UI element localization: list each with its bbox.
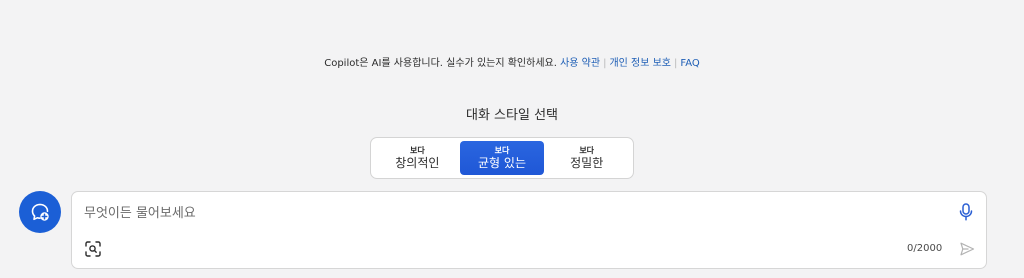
link-divider: | bbox=[674, 58, 678, 69]
chat-input[interactable] bbox=[84, 201, 944, 225]
new-topic-chat-icon bbox=[31, 203, 49, 221]
style-option-balanced[interactable]: 보다 균형 있는 bbox=[459, 141, 545, 175]
send-icon[interactable] bbox=[959, 241, 975, 257]
character-counter: 0/2000 bbox=[907, 243, 943, 254]
style-option-qualifier: 보다 bbox=[579, 145, 595, 155]
privacy-link[interactable]: 개인 정보 보호 bbox=[609, 58, 671, 69]
link-divider: | bbox=[603, 58, 607, 69]
faq-link[interactable]: FAQ bbox=[680, 58, 699, 69]
image-search-icon[interactable] bbox=[85, 241, 101, 257]
style-option-label: 정밀한 bbox=[570, 155, 604, 170]
microphone-icon[interactable] bbox=[959, 203, 973, 221]
style-option-qualifier: 보다 bbox=[409, 145, 425, 155]
conversation-style-heading: 대화 스타일 선택 bbox=[466, 108, 558, 123]
style-option-precise[interactable]: 보다 정밀한 bbox=[544, 141, 629, 175]
style-option-creative[interactable]: 보다 창의적인 bbox=[375, 141, 460, 175]
disclaimer: Copilot은 AI를 사용합니다. 실수가 있는지 확인하세요. 사용 약관… bbox=[0, 54, 1024, 69]
style-option-label: 균형 있는 bbox=[478, 155, 526, 170]
disclaimer-text: Copilot은 AI를 사용합니다. 실수가 있는지 확인하세요. bbox=[324, 58, 557, 69]
new-topic-button[interactable] bbox=[19, 191, 61, 233]
terms-link[interactable]: 사용 약관 bbox=[560, 58, 600, 69]
style-option-qualifier: 보다 bbox=[494, 145, 510, 155]
conversation-style-selector: 보다 창의적인 보다 균형 있는 보다 정밀한 bbox=[370, 137, 634, 179]
chat-input-box: 0/2000 bbox=[71, 191, 987, 269]
style-option-label: 창의적인 bbox=[395, 155, 440, 170]
